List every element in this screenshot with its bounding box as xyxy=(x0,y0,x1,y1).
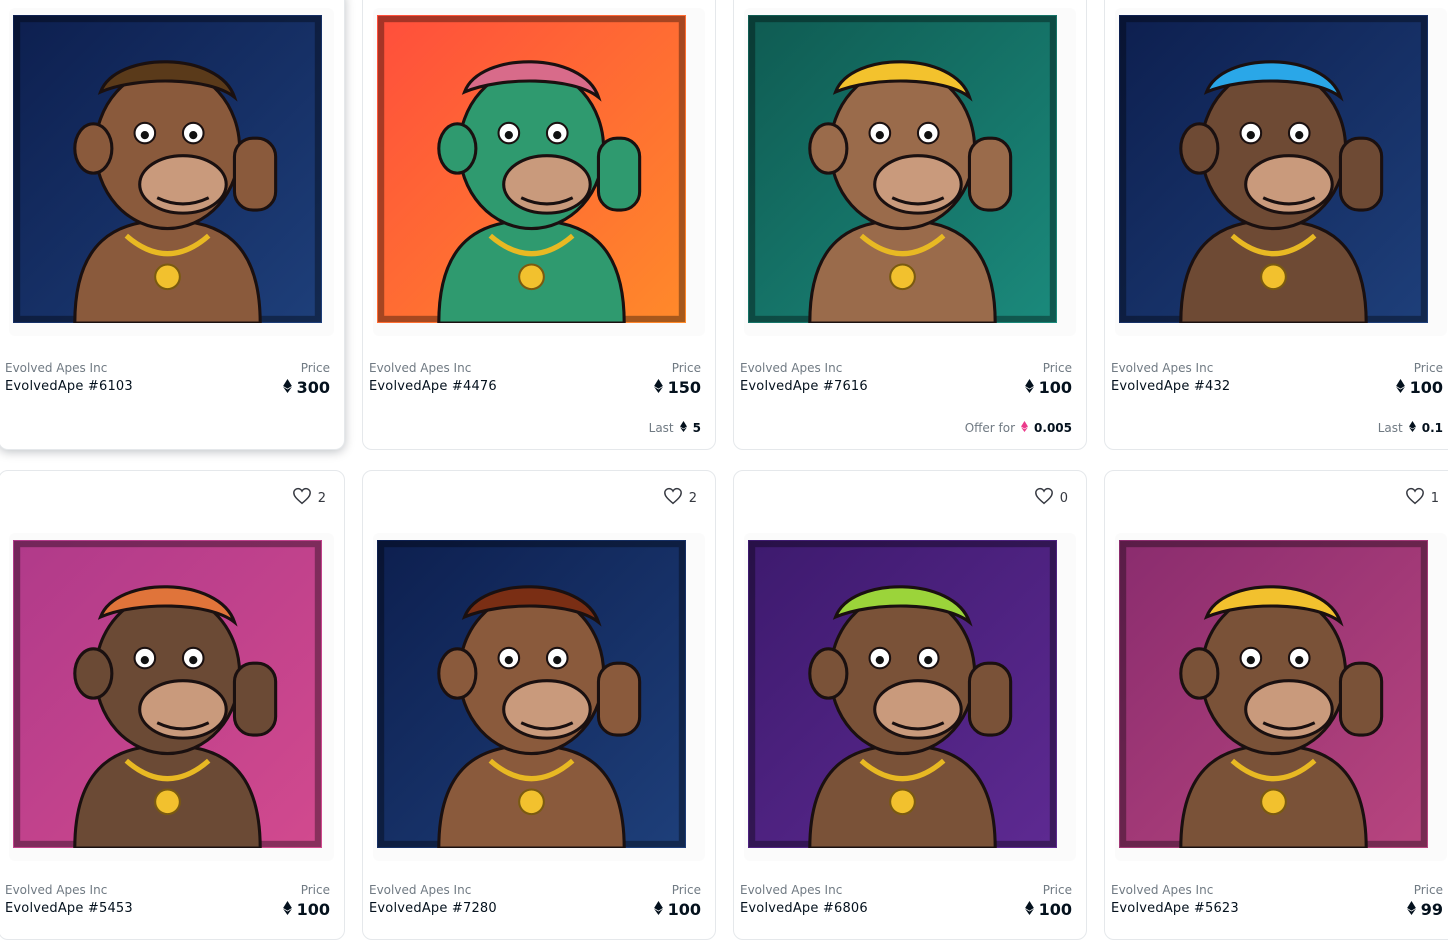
favorite-count: 2 xyxy=(317,490,326,506)
favorite-button[interactable]: 1 xyxy=(1405,487,1439,509)
nft-card[interactable]: Evolved Apes Inc EvolvedApe #432 Price 1… xyxy=(1104,0,1448,450)
nft-card[interactable]: Evolved Apes Inc EvolvedApe #4476 Price … xyxy=(362,0,716,450)
nft-image xyxy=(377,15,686,323)
price-value: 300 xyxy=(296,378,330,397)
price-sub-row: Last 5 xyxy=(649,421,701,435)
ethereum-icon xyxy=(282,378,292,397)
nft-image-container[interactable] xyxy=(1115,8,1447,336)
price-value: 100 xyxy=(667,900,701,919)
price-sub-row: Offer for 0.005 xyxy=(965,421,1072,435)
sub-label: Last xyxy=(1377,421,1403,435)
favorite-count: 2 xyxy=(688,490,697,506)
collection-name[interactable]: Evolved Apes Inc xyxy=(740,883,1072,897)
collection-name[interactable]: Evolved Apes Inc xyxy=(5,883,330,897)
nft-image xyxy=(748,540,1057,848)
nft-name[interactable]: EvolvedApe #5623 xyxy=(1111,901,1443,916)
nft-image-container[interactable] xyxy=(744,533,1076,861)
ethereum-icon xyxy=(1408,421,1416,435)
nft-card[interactable]: 2 Evolved Apes Inc EvolvedApe #7280 Pric… xyxy=(362,470,716,940)
nft-name[interactable]: EvolvedApe #7616 xyxy=(740,379,1072,394)
nft-name[interactable]: EvolvedApe #6103 xyxy=(5,379,330,394)
price-label: Price xyxy=(1413,883,1443,897)
nft-card[interactable]: Evolved Apes Inc EvolvedApe #7616 Price … xyxy=(733,0,1087,450)
price-label: Price xyxy=(1042,883,1072,897)
ethereum-icon xyxy=(653,378,663,397)
heart-icon xyxy=(1034,487,1054,509)
sub-label: Offer for xyxy=(964,421,1016,435)
price-label: Price xyxy=(1413,361,1443,375)
nft-image xyxy=(13,540,322,848)
nft-name[interactable]: EvolvedApe #4476 xyxy=(369,379,701,394)
heart-icon xyxy=(292,487,312,509)
collection-name[interactable]: Evolved Apes Inc xyxy=(1111,883,1443,897)
price-label: Price xyxy=(671,883,701,897)
collection-name[interactable]: Evolved Apes Inc xyxy=(369,883,701,897)
nft-card[interactable]: 0 Evolved Apes Inc EvolvedApe #6806 Pric… xyxy=(733,470,1087,940)
nft-card[interactable]: 1 Evolved Apes Inc EvolvedApe #5623 Pric… xyxy=(1104,470,1448,940)
nft-image-container[interactable] xyxy=(1115,533,1447,861)
ethereum-icon xyxy=(282,900,292,919)
favorite-count: 1 xyxy=(1430,490,1439,506)
favorite-button[interactable]: 2 xyxy=(292,487,326,509)
price-label: Price xyxy=(671,361,701,375)
nft-image xyxy=(1119,15,1428,323)
nft-image xyxy=(1119,540,1428,848)
sub-value: 5 xyxy=(692,421,701,435)
nft-image xyxy=(377,540,686,848)
heart-icon xyxy=(1405,487,1425,509)
ethereum-icon xyxy=(1024,900,1034,919)
favorite-button[interactable]: 2 xyxy=(663,487,697,509)
ethereum-icon xyxy=(653,900,663,919)
price-value: 150 xyxy=(667,378,701,397)
nft-card[interactable]: Evolved Apes Inc EvolvedApe #6103 Price … xyxy=(0,0,345,450)
heart-icon xyxy=(663,487,683,509)
nft-image-container[interactable] xyxy=(373,533,705,861)
price-label: Price xyxy=(300,883,330,897)
collection-name[interactable]: Evolved Apes Inc xyxy=(1111,361,1443,375)
ethereum-icon xyxy=(1406,900,1416,919)
nft-name[interactable]: EvolvedApe #432 xyxy=(1111,379,1443,394)
weth-icon xyxy=(1021,421,1028,435)
price-value: 99 xyxy=(1420,900,1443,919)
price-value: 100 xyxy=(1038,378,1072,397)
nft-image xyxy=(13,15,322,323)
price-label: Price xyxy=(1042,361,1072,375)
collection-name[interactable]: Evolved Apes Inc xyxy=(369,361,701,375)
nft-image xyxy=(748,15,1057,323)
nft-image-container[interactable] xyxy=(373,8,705,336)
collection-name[interactable]: Evolved Apes Inc xyxy=(5,361,330,375)
nft-name[interactable]: EvolvedApe #5453 xyxy=(5,901,330,916)
ethereum-icon xyxy=(1395,378,1405,397)
price-value: 100 xyxy=(296,900,330,919)
price-value: 100 xyxy=(1409,378,1443,397)
ethereum-icon xyxy=(679,421,687,435)
nft-name[interactable]: EvolvedApe #6806 xyxy=(740,901,1072,916)
ethereum-icon xyxy=(1024,378,1034,397)
price-value: 100 xyxy=(1038,900,1072,919)
nft-image-container[interactable] xyxy=(744,8,1076,336)
price-label: Price xyxy=(300,361,330,375)
nft-image-container[interactable] xyxy=(9,533,334,861)
nft-name[interactable]: EvolvedApe #7280 xyxy=(369,901,701,916)
nft-card[interactable]: 2 Evolved Apes Inc EvolvedApe #5453 Pric… xyxy=(0,470,345,940)
price-sub-row: Last 0.1 xyxy=(1378,421,1443,435)
nft-image-container[interactable] xyxy=(9,8,334,336)
collection-name[interactable]: Evolved Apes Inc xyxy=(740,361,1072,375)
sub-label: Last xyxy=(648,421,674,435)
sub-value: 0.1 xyxy=(1421,421,1443,435)
favorite-count: 0 xyxy=(1059,490,1068,506)
favorite-button[interactable]: 0 xyxy=(1034,487,1068,509)
sub-value: 0.005 xyxy=(1034,421,1072,435)
